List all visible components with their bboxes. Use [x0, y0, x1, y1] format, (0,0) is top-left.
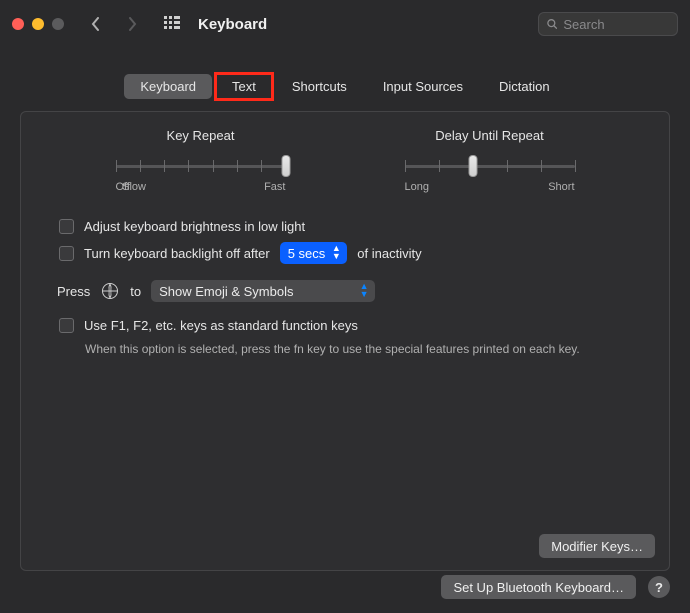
forward-button[interactable]: [118, 10, 146, 38]
tabs: Keyboard Text Shortcuts Input Sources Di…: [122, 74, 567, 99]
search-field[interactable]: [538, 12, 678, 36]
press-globe-row: Press to Show Emoji & Symbols ▲▼: [41, 280, 649, 302]
help-button[interactable]: ?: [648, 576, 670, 598]
delay-repeat-long-label: Long: [405, 181, 429, 193]
modifier-keys-button[interactable]: Modifier Keys…: [539, 534, 655, 558]
fn-keys-row: Use F1, F2, etc. keys as standard functi…: [41, 318, 649, 333]
chevron-left-icon: [91, 17, 101, 31]
setup-bluetooth-button[interactable]: Set Up Bluetooth Keyboard…: [441, 575, 636, 599]
adjust-brightness-checkbox[interactable]: [59, 219, 74, 234]
fn-keys-description: When this option is selected, press the …: [41, 341, 649, 358]
backlight-off-label-post: of inactivity: [357, 246, 421, 261]
zoom-window-button[interactable]: [52, 18, 64, 30]
delay-repeat-short-label: Short: [548, 181, 574, 193]
key-repeat-slider[interactable]: [116, 157, 286, 175]
fn-keys-label: Use F1, F2, etc. keys as standard functi…: [84, 318, 358, 333]
tab-input-sources[interactable]: Input Sources: [367, 74, 479, 99]
search-input[interactable]: [563, 17, 669, 32]
settings-panel: Key Repeat Off Slow Fast Delay Until Rep…: [20, 111, 670, 571]
tab-text[interactable]: Text: [216, 74, 272, 99]
tabs-container: Keyboard Text Shortcuts Input Sources Di…: [0, 48, 690, 99]
stepper-icon: ▲▼: [329, 244, 343, 260]
tab-keyboard[interactable]: Keyboard: [124, 74, 212, 99]
fn-keys-checkbox[interactable]: [59, 318, 74, 333]
adjust-brightness-label: Adjust keyboard brightness in low light: [84, 219, 305, 234]
key-repeat-group: Key Repeat Off Slow Fast: [81, 128, 320, 193]
adjust-brightness-row: Adjust keyboard brightness in low light: [41, 219, 649, 234]
sliders-row: Key Repeat Off Slow Fast Delay Until Rep…: [41, 128, 649, 193]
backlight-off-checkbox[interactable]: [59, 246, 74, 261]
key-repeat-fast-label: Fast: [264, 181, 285, 193]
show-all-button[interactable]: [158, 10, 186, 38]
stepper-icon: ▲▼: [357, 282, 371, 298]
titlebar: Keyboard: [0, 0, 690, 48]
minimize-window-button[interactable]: [32, 18, 44, 30]
backlight-off-select[interactable]: 5 secs ▲▼: [280, 242, 348, 264]
delay-repeat-title: Delay Until Repeat: [370, 128, 609, 143]
back-button[interactable]: [82, 10, 110, 38]
press-label-pre: Press: [57, 284, 90, 299]
tab-shortcuts[interactable]: Shortcuts: [276, 74, 363, 99]
window-controls: [12, 18, 64, 30]
delay-repeat-group: Delay Until Repeat Long Short: [370, 128, 609, 193]
key-repeat-title: Key Repeat: [81, 128, 320, 143]
backlight-off-label-pre: Turn keyboard backlight off after: [84, 246, 270, 261]
search-icon: [547, 18, 557, 30]
window-title: Keyboard: [198, 16, 267, 33]
key-repeat-slow-label: Slow: [122, 181, 146, 193]
globe-icon: [102, 283, 118, 299]
delay-repeat-slider[interactable]: [405, 157, 575, 175]
close-window-button[interactable]: [12, 18, 24, 30]
key-repeat-labels: Off Slow Fast: [116, 181, 286, 193]
backlight-off-row: Turn keyboard backlight off after 5 secs…: [41, 242, 649, 264]
slider-thumb[interactable]: [468, 155, 477, 177]
slider-thumb[interactable]: [281, 155, 290, 177]
press-label-post: to: [130, 284, 141, 299]
footer: Set Up Bluetooth Keyboard… ?: [441, 575, 670, 599]
press-action-select[interactable]: Show Emoji & Symbols ▲▼: [151, 280, 375, 302]
tab-dictation[interactable]: Dictation: [483, 74, 566, 99]
delay-repeat-labels: Long Short: [405, 181, 575, 193]
chevron-right-icon: [127, 17, 137, 31]
press-action-value: Show Emoji & Symbols: [159, 284, 293, 299]
backlight-off-value: 5 secs: [288, 246, 326, 261]
grid-icon: [164, 16, 180, 32]
